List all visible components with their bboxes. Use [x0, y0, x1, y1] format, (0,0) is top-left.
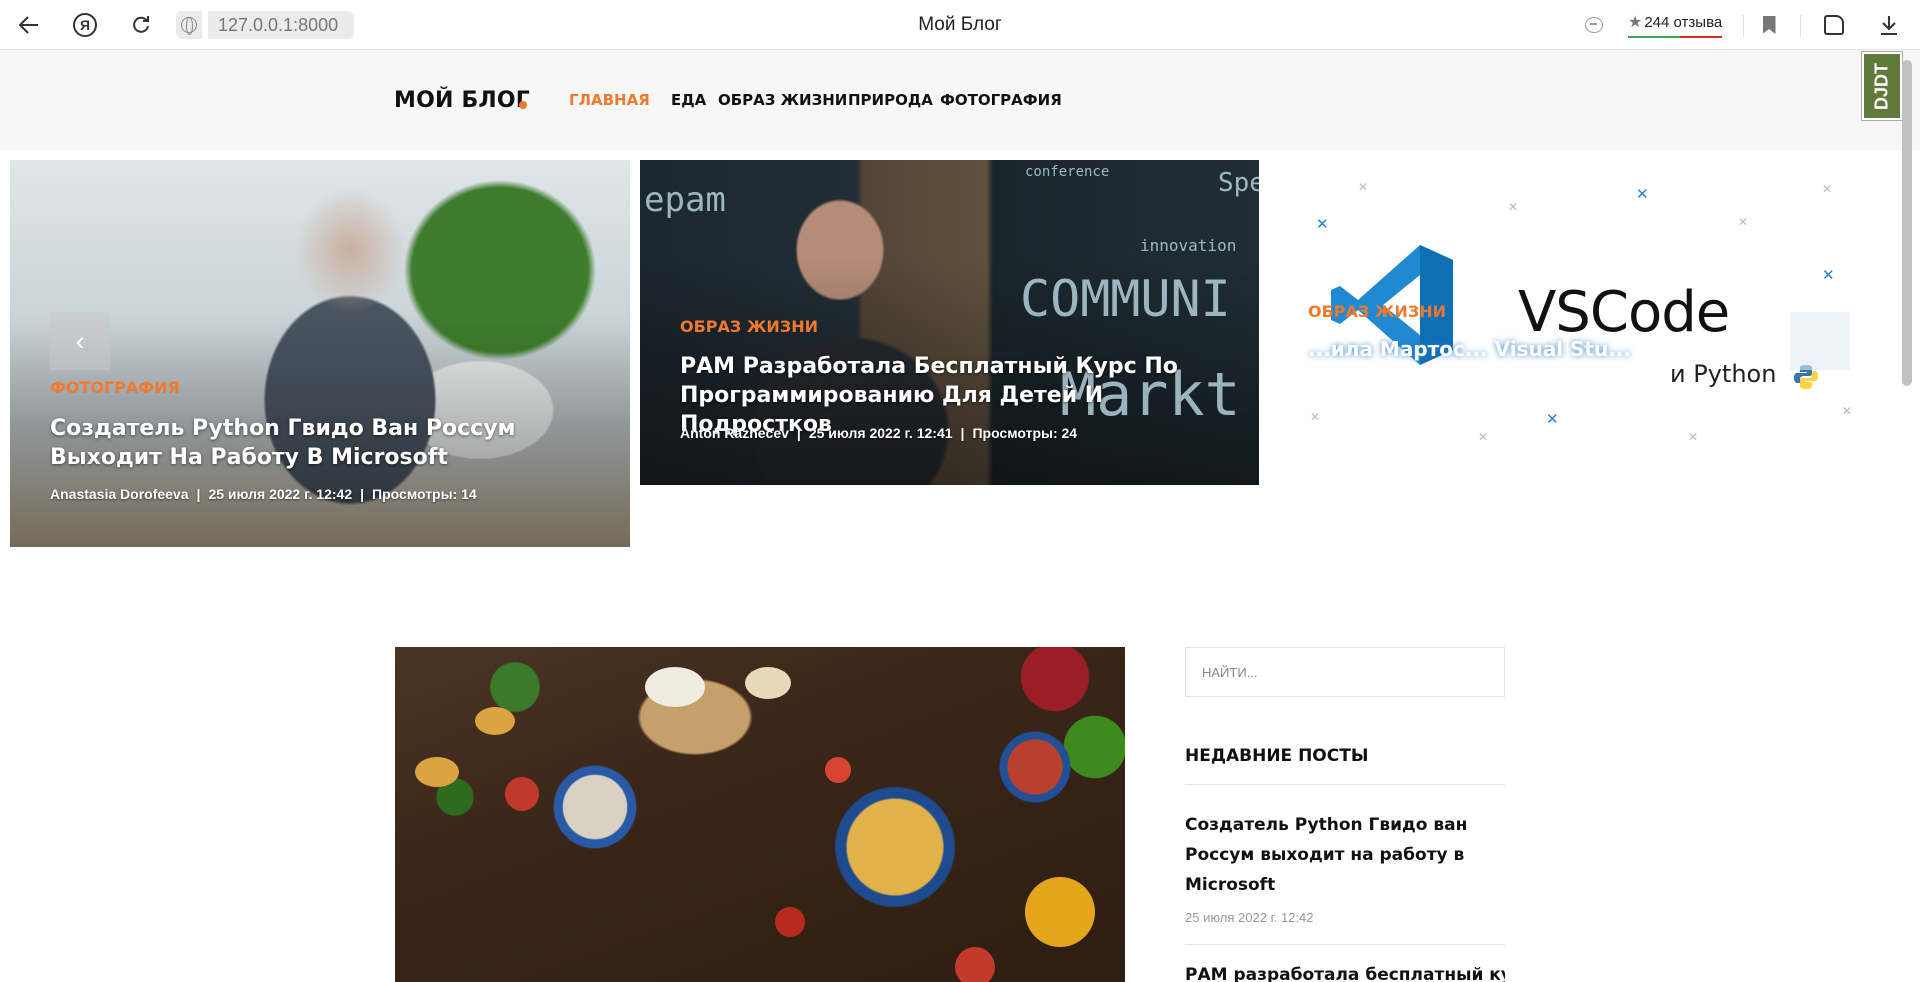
chalk-text: innovation	[1140, 236, 1237, 255]
chalk-text: epam	[644, 180, 726, 220]
bookmark-icon[interactable]	[1755, 11, 1783, 39]
slide-meta: Anton Raznecev | 25 июля 2022 г. 12:41 | Про…	[680, 425, 1078, 441]
nav-lifestyle[interactable]: ОБРАЗ ЖИЗНИ	[718, 91, 847, 109]
python-text: и Python	[1670, 360, 1777, 388]
sparkle-icon: ✕	[1822, 182, 1833, 196]
chalk-text: COMMUNI	[1020, 270, 1231, 328]
recent-post-link[interactable]: Создатель Python Гвидо ван Россум выходи…	[1185, 810, 1505, 900]
slide-title[interactable]: ...ила Мартос... Visual Stu...	[1308, 335, 1828, 363]
sparkle-icon: ✕	[1546, 411, 1559, 428]
site-logo[interactable]: МОЙ БЛОГ	[394, 88, 530, 113]
nav-home[interactable]: ГЛАВНАЯ	[569, 91, 650, 109]
reviews-badge[interactable]: ★ 244 отзыва	[1628, 12, 1723, 38]
sparkle-icon: ✕	[1310, 410, 1321, 424]
slide-category[interactable]: ОБРАЗ ЖИЗНИ	[680, 317, 818, 336]
chalk-text: conference	[1025, 164, 1110, 180]
slide-views: Просмотры: 24	[972, 425, 1078, 441]
slide-category[interactable]: ФОТОГРАФИЯ	[50, 378, 180, 397]
slide-views: Просмотры: 14	[372, 486, 477, 502]
slider-next-button[interactable]	[1790, 312, 1850, 370]
slide-lifestyle[interactable]: epam conference innovation COMMUNI Spe M…	[640, 160, 1259, 485]
chalk-text: Spe	[1218, 168, 1259, 198]
recent-post-date: 25 июля 2022 г. 12:42	[1185, 910, 1314, 925]
nav-food[interactable]: ЕДА	[671, 91, 706, 109]
sparkle-icon: ✕	[1822, 267, 1835, 284]
sparkle-icon: ✕	[1358, 180, 1369, 194]
debug-toolbar-handle[interactable]: DJDT	[1861, 51, 1903, 121]
slide-category[interactable]: ОБРАЗ ЖИЗНИ	[1308, 302, 1446, 321]
recent-posts-title: НЕДАВНИЕ ПОСТЫ	[1185, 746, 1369, 766]
slide-date: 25 июля 2022 г. 12:41	[808, 425, 953, 441]
slide-author: Anton Raznecev	[680, 425, 789, 441]
sparkle-icon: ✕	[1688, 430, 1699, 444]
reviews-count: 244 отзыва	[1644, 14, 1723, 31]
nav-nature[interactable]: ПРИРОДА	[848, 91, 933, 109]
slide-title[interactable]: Создатель Python Гвидо Ван Россум Выходи…	[50, 414, 610, 472]
nav-photography[interactable]: ФОТОГРАФИЯ	[940, 91, 1062, 109]
sparkle-icon: ✕	[1636, 186, 1649, 203]
site-header: МОЙ БЛОГ ГЛАВНАЯ ЕДА ОБРАЗ ЖИЗНИ ПРИРОДА…	[0, 50, 1920, 150]
scrollbar-thumb[interactable]	[1902, 60, 1912, 386]
slide-author: Anastasia Dorofeeva	[50, 486, 189, 502]
sparkle-icon: ✕	[1508, 200, 1519, 214]
download-icon[interactable]	[1875, 11, 1903, 39]
slider-prev-button[interactable]: ‹	[50, 312, 110, 370]
sparkle-icon: ✕	[1738, 215, 1749, 229]
slide-date: 25 июля 2022 г. 12:42	[208, 486, 353, 502]
sparkle-icon: ✕	[1316, 216, 1329, 233]
chat-icon[interactable]	[1580, 11, 1608, 39]
divider	[1185, 784, 1505, 785]
sparkle-icon: ✕	[1478, 430, 1489, 444]
divider	[1185, 944, 1505, 945]
recent-post-link[interactable]: РАМ разработала бесплатный курс	[1185, 960, 1505, 982]
sparkle-icon: ✕	[1842, 404, 1853, 418]
browser-toolbar: Я 127.0.0.1:8000 Мой Блог ★ 244 отзыва	[0, 0, 1920, 50]
post-featured-image[interactable]	[395, 647, 1125, 982]
star-icon: ★	[1628, 14, 1643, 31]
logo-dot	[519, 101, 527, 109]
slide-meta: Anastasia Dorofeeva | 25 июля 2022 г. 12:4…	[50, 486, 477, 502]
extensions-icon[interactable]	[1820, 11, 1848, 39]
search-input[interactable]	[1185, 647, 1505, 697]
